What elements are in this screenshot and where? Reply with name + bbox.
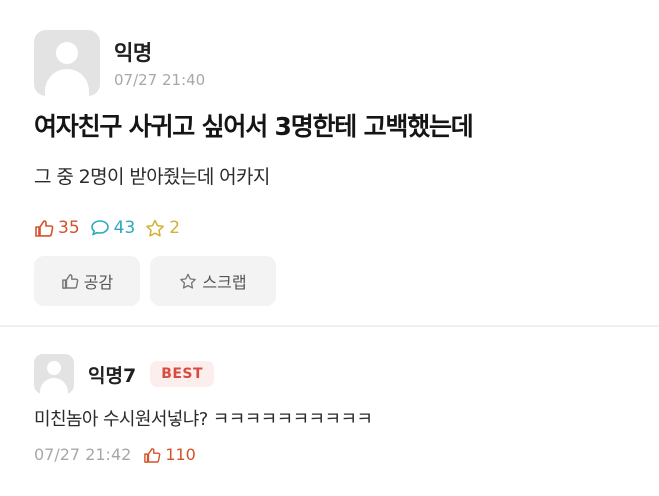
avatar-head-shape xyxy=(56,42,78,64)
speech-bubble-icon xyxy=(90,220,109,236)
comment-author-avatar[interactable] xyxy=(34,354,74,394)
scrap-button[interactable]: 스크랩 xyxy=(150,256,276,306)
author-avatar[interactable] xyxy=(34,30,100,96)
like-button-label: 공감 xyxy=(83,273,114,292)
comment-header: 익명7 BEST xyxy=(34,354,215,394)
post-body: 그 중 2명이 받아줬는데 어카지 xyxy=(34,166,270,188)
comment-author[interactable]: 익명7 xyxy=(88,361,136,388)
post-title: 여자친구 사귀고 싶어서 3명한테 고백했는데 xyxy=(34,112,474,141)
like-count: 35 xyxy=(34,218,80,238)
post-timestamp: 07/27 21:40 xyxy=(114,71,206,89)
thumbs-up-icon xyxy=(35,220,54,237)
post-header-text: 익명 07/27 21:40 xyxy=(114,37,205,89)
like-button[interactable]: 공감 xyxy=(34,256,140,306)
post-stats: 35 43 2 xyxy=(34,218,190,238)
comment-timestamp: 07/27 21:42 xyxy=(34,445,132,464)
comment-like-value: 110 xyxy=(165,445,196,464)
post-page: 익명 07/27 21:40 여자친구 사귀고 싶어서 3명한테 고백했는데 그… xyxy=(0,0,659,496)
avatar-head-shape xyxy=(47,361,61,375)
post-author[interactable]: 익명 xyxy=(114,37,205,67)
avatar-body-shape xyxy=(45,69,89,96)
comment-text: 미친놈아 수시원서넣냐? ㅋㅋㅋㅋㅋㅋㅋㅋㅋㅋ xyxy=(34,409,373,430)
star-icon xyxy=(180,273,197,289)
comment-count-value: 43 xyxy=(113,218,136,238)
like-count-value: 35 xyxy=(58,218,80,238)
star-icon xyxy=(146,219,165,237)
thumbs-up-icon xyxy=(144,447,161,463)
comment-count: 43 xyxy=(90,218,136,238)
post-actions: 공감 스크랩 xyxy=(34,256,286,306)
scrap-button-label: 스크랩 xyxy=(202,273,247,292)
scrap-count: 2 xyxy=(145,218,180,238)
comment-like-count[interactable]: 110 xyxy=(143,445,196,464)
thumbs-up-icon xyxy=(61,274,79,289)
post-header: 익명 07/27 21:40 xyxy=(34,30,205,96)
avatar-body-shape xyxy=(40,378,68,394)
best-badge: BEST xyxy=(150,361,215,387)
comment-meta: 07/27 21:42 110 xyxy=(34,445,196,464)
scrap-count-value: 2 xyxy=(169,218,181,238)
section-divider xyxy=(0,325,659,327)
